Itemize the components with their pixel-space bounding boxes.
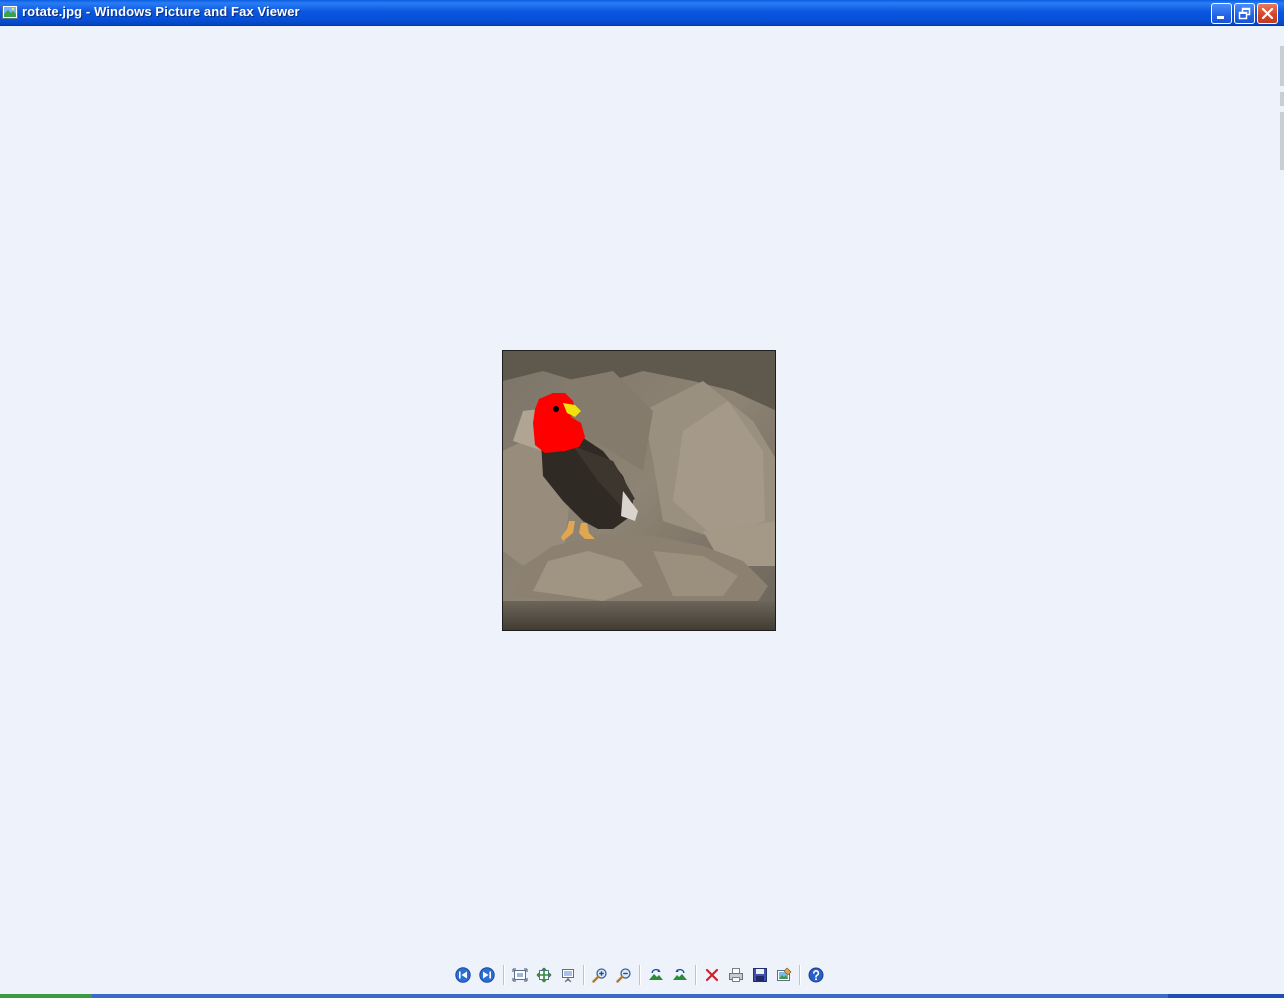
restore-icon <box>1238 7 1251 20</box>
minimize-icon <box>1217 16 1224 19</box>
save-button[interactable] <box>749 963 771 987</box>
zoom-in-button[interactable] <box>589 963 611 987</box>
eagle-photo <box>503 351 775 630</box>
close-button[interactable] <box>1257 3 1278 24</box>
window-title: rotate.jpg - Windows Picture and Fax Vie… <box>22 4 300 19</box>
best-fit-icon <box>512 968 528 982</box>
zoom-out-button[interactable] <box>613 963 635 987</box>
actual-size-icon <box>536 967 552 983</box>
taskbar-tray-edge <box>1168 994 1284 998</box>
toolbar-separator <box>799 965 800 985</box>
print-icon <box>729 968 743 982</box>
minimize-button[interactable] <box>1211 3 1232 24</box>
actual-size-button[interactable] <box>533 963 555 987</box>
slideshow-button[interactable] <box>557 963 579 987</box>
zoom-in-icon <box>592 968 607 983</box>
rotate-counterclockwise-icon <box>673 968 687 980</box>
rotate-clockwise-icon <box>649 968 663 980</box>
restore-button[interactable] <box>1234 3 1255 24</box>
window-bottom-border <box>0 994 1284 998</box>
taskbar-start-edge <box>0 994 92 998</box>
title-bar[interactable]: rotate.jpg - Windows Picture and Fax Vie… <box>0 0 1284 26</box>
best-fit-button[interactable] <box>509 963 531 987</box>
previous-image-button[interactable] <box>452 963 474 987</box>
help-button[interactable] <box>805 963 827 987</box>
slideshow-icon <box>562 969 574 983</box>
rotate-counterclockwise-button[interactable] <box>669 963 691 987</box>
toolbar-separator <box>583 965 584 985</box>
window-edge-segment <box>1280 92 1284 106</box>
delete-icon <box>705 968 719 982</box>
zoom-out-icon <box>616 968 631 983</box>
delete-button[interactable] <box>701 963 723 987</box>
picture-viewer-app-icon[interactable] <box>2 4 18 20</box>
next-image-icon <box>479 967 495 983</box>
print-button[interactable] <box>725 963 747 987</box>
toolbar-separator <box>695 965 696 985</box>
save-icon <box>753 968 767 982</box>
close-icon <box>1261 7 1274 20</box>
help-icon <box>808 967 824 983</box>
toolbar-separator <box>503 965 504 985</box>
rotate-clockwise-button[interactable] <box>645 963 667 987</box>
open-for-editing-icon <box>777 967 792 981</box>
next-image-button[interactable] <box>476 963 498 987</box>
window-edge-segment <box>1280 46 1284 86</box>
toolbar-separator <box>639 965 640 985</box>
window-edge-segment <box>1280 112 1284 170</box>
open-for-editing-button[interactable] <box>773 963 795 987</box>
displayed-image <box>502 350 776 631</box>
viewer-toolbar <box>452 963 832 987</box>
previous-image-icon <box>455 967 471 983</box>
